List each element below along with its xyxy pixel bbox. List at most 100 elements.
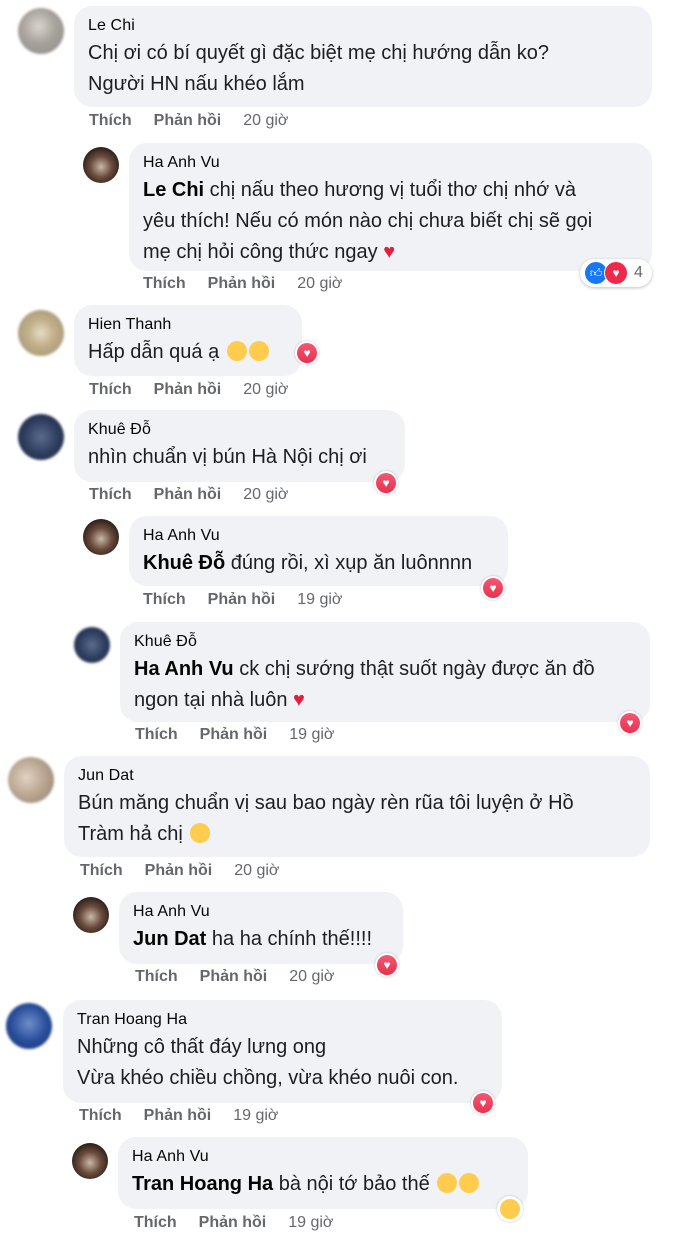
comment-author[interactable]: Ha Anh Vu [143, 153, 638, 173]
reply-button[interactable]: Phản hồi [208, 591, 276, 609]
timestamp[interactable]: 19 giờ [297, 591, 342, 609]
timestamp[interactable]: 20 giờ [243, 381, 288, 399]
heart-icon[interactable]: ♥ [374, 471, 398, 495]
comment-text: Hấp dẫn quá ạ [88, 337, 288, 368]
comment-author[interactable]: Le Chi [88, 16, 638, 36]
timestamp[interactable]: 20 giờ [297, 275, 342, 293]
comment-bubble: Khuê Đỗ Ha Anh Vu ck chị sướng thật suốt… [120, 622, 650, 722]
laugh-emoji-icon [190, 823, 211, 843]
comment-author[interactable]: Ha Anh Vu [133, 902, 389, 922]
reply-button[interactable]: Phản hồi [154, 381, 222, 399]
comment-text: Bún măng chuẩn vị sau bao ngày rèn rũa t… [78, 792, 574, 845]
like-button[interactable]: Thích [134, 1214, 177, 1232]
heart-icon[interactable]: ♥ [375, 953, 399, 977]
timestamp[interactable]: 19 giờ [233, 1107, 278, 1125]
reply-button[interactable]: Phản hồi [144, 1107, 212, 1125]
comment-author[interactable]: Ha Anh Vu [132, 1147, 514, 1167]
comment-text: Tran Hoang Ha bà nội tớ bảo thế [132, 1169, 514, 1200]
comment-actions: Thích Phản hồi 20 giờ [135, 968, 334, 986]
avatar[interactable] [18, 8, 64, 54]
like-button[interactable]: Thích [80, 862, 123, 880]
like-button[interactable]: Thích [89, 486, 132, 504]
care-reaction-icon[interactable] [497, 1196, 523, 1222]
reaction-count: 4 [634, 264, 643, 281]
comment-text: Jun Dat ha ha chính thế!!!! [133, 928, 373, 950]
reactions-summary[interactable]: 👍︎ ♥ 4 [580, 259, 652, 287]
comment-bubble: Jun Dat Bún măng chuẩn vị sau bao ngày r… [64, 756, 650, 857]
comment-actions: Thích Phản hồi 20 giờ [89, 112, 288, 130]
comment-author[interactable]: Khuê Đỗ [88, 420, 391, 440]
comment-bubble: Le Chi Chị ơi có bí quyết gì đặc biệt mẹ… [74, 6, 652, 107]
reply-button[interactable]: Phản hồi [199, 1214, 267, 1232]
heart-icon[interactable]: ♥ [295, 341, 319, 365]
timestamp[interactable]: 19 giờ [289, 726, 334, 744]
avatar[interactable] [74, 627, 110, 663]
avatar[interactable] [72, 1143, 108, 1179]
comment-actions: Thích Phản hồi 19 giờ [135, 726, 334, 744]
heart-icon[interactable]: ♥ [481, 576, 505, 600]
heart-emoji-icon: ♥ [293, 689, 305, 711]
timestamp[interactable]: 20 giờ [234, 862, 279, 880]
timestamp[interactable]: 20 giờ [243, 112, 288, 130]
reply-button[interactable]: Phản hồi [200, 726, 268, 744]
comment-text: Ha Anh Vu ck chị sướng thật suốt ngày đư… [134, 658, 595, 711]
mention[interactable]: Khuê Đỗ [143, 552, 225, 574]
comment-bubble: Tran Hoang Ha Những cô thất đáy lưng ong… [63, 1000, 502, 1103]
like-button[interactable]: Thích [89, 381, 132, 399]
avatar[interactable] [83, 147, 119, 183]
reply-button[interactable]: Phản hồi [200, 968, 268, 986]
avatar[interactable] [83, 519, 119, 555]
laugh-emoji-icon [437, 1173, 458, 1193]
avatar[interactable] [18, 310, 64, 356]
timestamp[interactable]: 19 giờ [288, 1214, 333, 1232]
comment-author[interactable]: Ha Anh Vu [143, 526, 494, 546]
comment-author[interactable]: Khuê Đỗ [134, 632, 636, 652]
like-button[interactable]: Thích [135, 726, 178, 744]
tongue-emoji-icon [226, 341, 247, 361]
timestamp[interactable]: 20 giờ [243, 486, 288, 504]
mention[interactable]: Tran Hoang Ha [132, 1173, 273, 1195]
like-button[interactable]: Thích [79, 1107, 122, 1125]
comment-actions: Thích Phản hồi 20 giờ [89, 381, 288, 399]
mention[interactable]: Jun Dat [133, 928, 206, 950]
comment-text: nhìn chuẩn vị bún Hà Nội chị ơi [88, 446, 367, 468]
like-button[interactable]: Thích [89, 112, 132, 130]
heart-icon[interactable]: ♥ [618, 711, 642, 735]
like-button[interactable]: Thích [135, 968, 178, 986]
heart-emoji-icon: ♥ [383, 241, 396, 263]
comment-text: Chị ơi có bí quyết gì đặc biệt mẹ chị hư… [88, 42, 549, 95]
comment-bubble: Ha Anh Vu Khuê Đỗ đúng rồi, xì xụp ăn lu… [129, 516, 508, 586]
comment-bubble: Khuê Đỗ nhìn chuẩn vị bún Hà Nội chị ơi [74, 410, 405, 482]
heart-icon[interactable]: ♥ [471, 1091, 495, 1115]
comment-actions: Thích Phản hồi 19 giờ [134, 1214, 333, 1232]
comment-text: Những cô thất đáy lưng ong Vừa khéo chiề… [77, 1036, 459, 1089]
mention[interactable]: Ha Anh Vu [134, 658, 234, 680]
comment-actions: Thích Phản hồi 20 giờ [143, 275, 342, 293]
comment-bubble: Ha Anh Vu Tran Hoang Ha bà nội tớ bảo th… [118, 1137, 528, 1209]
reply-button[interactable]: Phản hồi [154, 486, 222, 504]
heart-icon: ♥ [604, 261, 628, 285]
comment-author[interactable]: Tran Hoang Ha [77, 1010, 488, 1030]
like-button[interactable]: Thích [143, 591, 186, 609]
avatar[interactable] [8, 757, 54, 803]
comment-author[interactable]: Jun Dat [78, 766, 636, 786]
comment-author[interactable]: Hien Thanh [88, 315, 288, 335]
reply-button[interactable]: Phản hồi [154, 112, 222, 130]
timestamp[interactable]: 20 giờ [289, 968, 334, 986]
reply-button[interactable]: Phản hồi [145, 862, 213, 880]
reply-button[interactable]: Phản hồi [208, 275, 276, 293]
comment-actions: Thích Phản hồi 20 giờ [80, 862, 279, 880]
comment-actions: Thích Phản hồi 20 giờ [89, 486, 288, 504]
heart-eyes-emoji-icon [248, 341, 269, 361]
comment-bubble: Ha Anh Vu Jun Dat ha ha chính thế!!!! [119, 892, 403, 964]
comment-bubble: Ha Anh Vu Le Chi chị nấu theo hương vị t… [129, 143, 652, 271]
mention[interactable]: Le Chi [143, 179, 204, 201]
comment-bubble: Hien Thanh Hấp dẫn quá ạ [74, 305, 302, 376]
avatar[interactable] [18, 414, 64, 460]
comment-actions: Thích Phản hồi 19 giờ [79, 1107, 278, 1125]
comment-text: Khuê Đỗ đúng rồi, xì xụp ăn luônnnn [143, 552, 473, 574]
avatar[interactable] [73, 897, 109, 933]
avatar[interactable] [6, 1003, 52, 1049]
like-button[interactable]: Thích [143, 275, 186, 293]
comment-text: Le Chi chị nấu theo hương vị tuổi thơ ch… [143, 179, 593, 263]
